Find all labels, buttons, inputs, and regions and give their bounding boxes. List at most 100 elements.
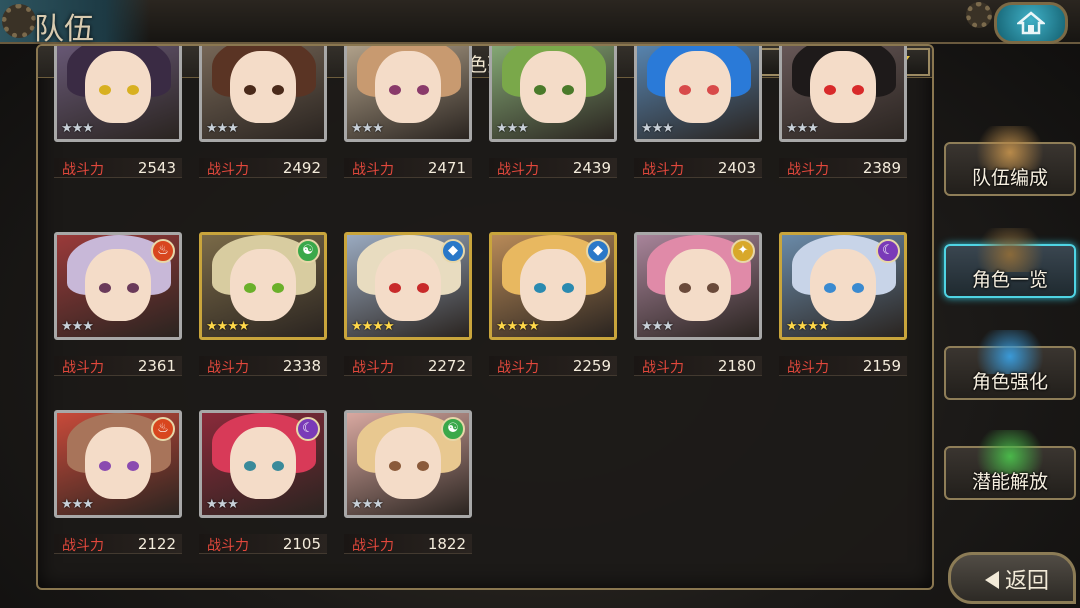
eye-right — [127, 85, 139, 95]
side-menu-button[interactable]: 角色强化 — [944, 330, 1076, 400]
eye-right — [707, 283, 719, 293]
side-menu-label: 角色一览 — [971, 269, 1048, 291]
character-portrait[interactable]: ★★★ ♨ — [54, 410, 182, 518]
rarity-stars: ★★★ — [496, 121, 529, 136]
eye-left — [389, 283, 401, 293]
eye-right — [417, 461, 429, 471]
face-shape — [665, 249, 731, 321]
character-portrait[interactable]: ★★★ — [489, 46, 617, 142]
power-value: 2259 — [572, 357, 611, 375]
eye-left — [679, 283, 691, 293]
character-portrait[interactable]: ★★★ — [199, 46, 327, 142]
side-menu-label: 潜能解放 — [971, 471, 1048, 493]
character-portrait[interactable]: ★★★ — [344, 46, 472, 142]
power-value: 2338 — [282, 357, 321, 375]
power-label: 战斗力 — [207, 538, 249, 554]
side-menu-button[interactable]: 队伍编成 — [944, 126, 1076, 196]
power-bar: 战斗力 2338 — [199, 356, 327, 376]
rarity-stars: ★★★★ — [206, 319, 250, 334]
power-bar: 战斗力 2389 — [779, 158, 907, 178]
power-label: 战斗力 — [62, 162, 104, 178]
face-shape — [520, 51, 586, 123]
eye-right — [417, 85, 429, 95]
power-value: 2389 — [862, 159, 901, 177]
character-portrait[interactable]: ★★★★ ◆ — [489, 232, 617, 340]
page-title: 队伍 — [34, 12, 94, 47]
power-bar: 战斗力 2159 — [779, 356, 907, 376]
power-bar: 战斗力 2259 — [489, 356, 617, 376]
eye-right — [272, 461, 284, 471]
eye-right — [562, 283, 574, 293]
face-shape — [230, 51, 296, 123]
eye-right — [272, 283, 284, 293]
eye-right — [272, 85, 284, 95]
character-portrait[interactable]: ★★★ — [54, 46, 182, 142]
power-value: 2361 — [137, 357, 176, 375]
power-bar: 战斗力 2361 — [54, 356, 182, 376]
face-shape — [665, 51, 731, 123]
wind-icon: ☯ — [441, 417, 465, 441]
dark-icon: ☾ — [876, 239, 900, 263]
power-bar: 战斗力 2122 — [54, 534, 182, 554]
eye-left — [244, 461, 256, 471]
power-label: 战斗力 — [207, 360, 249, 376]
eye-left — [244, 85, 256, 95]
back-label: 返回 — [1005, 569, 1050, 594]
character-portrait[interactable]: ★★★★ ☾ — [779, 232, 907, 340]
power-label: 战斗力 — [352, 162, 394, 178]
side-menu-button[interactable]: 潜能解放 — [944, 430, 1076, 500]
character-portrait[interactable]: ★★★★ ☯ — [199, 232, 327, 340]
eye-left — [824, 85, 836, 95]
power-value: 2122 — [137, 535, 176, 553]
character-portrait[interactable]: ★★★ ♨ — [54, 232, 182, 340]
power-label: 战斗力 — [787, 162, 829, 178]
rarity-stars: ★★★ — [61, 319, 94, 334]
power-label: 战斗力 — [642, 162, 684, 178]
rarity-stars: ★★★ — [786, 121, 819, 136]
side-menu-label: 队伍编成 — [971, 167, 1048, 189]
power-bar: 战斗力 2543 — [54, 158, 182, 178]
character-portrait[interactable]: ★★★ — [779, 46, 907, 142]
character-portrait[interactable]: ★★★ ☯ — [344, 410, 472, 518]
back-button[interactable]: 返回 — [948, 552, 1076, 604]
power-label: 战斗力 — [642, 360, 684, 376]
character-portrait[interactable]: ★★★★ ◆ — [344, 232, 472, 340]
face-shape — [85, 249, 151, 321]
power-value: 2159 — [862, 357, 901, 375]
power-label: 战斗力 — [62, 538, 104, 554]
face-shape — [810, 249, 876, 321]
gear-ornament-icon — [2, 4, 36, 38]
power-label: 战斗力 — [207, 162, 249, 178]
side-menu-button[interactable]: 角色一览 — [944, 228, 1076, 298]
character-portrait[interactable]: ★★★ — [634, 46, 762, 142]
fire-icon: ♨ — [151, 239, 175, 263]
home-button[interactable] — [994, 2, 1068, 44]
power-bar: 战斗力 2403 — [634, 158, 762, 178]
rarity-stars: ★★★★ — [351, 319, 395, 334]
rarity-stars: ★★★ — [61, 497, 94, 512]
power-bar: 战斗力 2272 — [344, 356, 472, 376]
character-portrait[interactable]: ★★★ ✦ — [634, 232, 762, 340]
eye-left — [389, 461, 401, 471]
power-bar: 战斗力 1822 — [344, 534, 472, 554]
face-shape — [230, 249, 296, 321]
face-shape — [85, 427, 151, 499]
power-value: 1822 — [427, 535, 466, 553]
rarity-stars: ★★★ — [641, 319, 674, 334]
eye-right — [852, 283, 864, 293]
power-bar: 战斗力 2180 — [634, 356, 762, 376]
eye-right — [127, 283, 139, 293]
eye-left — [99, 283, 111, 293]
character-portrait[interactable]: ★★★ ☾ — [199, 410, 327, 518]
power-value: 2180 — [717, 357, 756, 375]
face-shape — [230, 427, 296, 499]
water-icon: ◆ — [586, 239, 610, 263]
eye-right — [852, 85, 864, 95]
dark-icon: ☾ — [296, 417, 320, 441]
power-label: 战斗力 — [352, 538, 394, 554]
power-label: 战斗力 — [497, 360, 539, 376]
power-bar: 战斗力 2471 — [344, 158, 472, 178]
character-list-panel: 角色列表 战斗力 ★★★ 战斗力 2543 ★★★ — [36, 44, 934, 590]
eye-right — [127, 461, 139, 471]
rarity-stars: ★★★ — [351, 121, 384, 136]
